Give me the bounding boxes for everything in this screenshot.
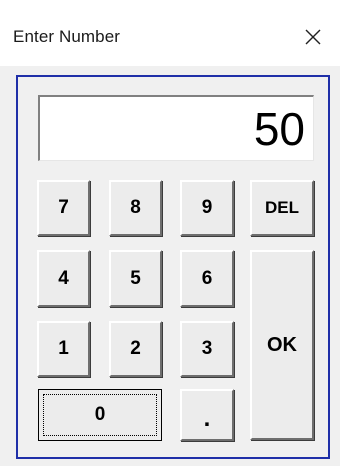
delete-button[interactable]: DEL [250,180,314,236]
enter-number-dialog: Enter Number 50 7 8 9 DEL 4 5 6 OK 1 2 3… [0,0,340,466]
decimal-point-button[interactable]: . [180,389,234,441]
number-display: 50 [38,95,314,161]
key-8-label: 8 [130,197,141,218]
key-7-button[interactable]: 7 [37,180,90,236]
ok-button[interactable]: OK [250,250,314,440]
key-9-label: 9 [201,197,213,218]
window-title: Enter Number [13,27,121,46]
key-5-button[interactable]: 5 [109,250,162,307]
key-0-label: 0 [94,404,106,425]
close-icon [305,29,321,45]
key-2-button[interactable]: 2 [109,321,162,377]
key-7-label: 7 [58,197,69,218]
display-value: 50 [253,103,305,155]
close-button[interactable] [296,20,330,54]
key-0-button[interactable]: 0 [38,389,162,441]
key-3-label: 3 [201,338,213,359]
key-3-button[interactable]: 3 [180,321,234,377]
key-5-label: 5 [130,267,141,289]
key-1-label: 1 [58,338,69,359]
ok-label: OK [267,333,297,356]
key-2-label: 2 [130,338,141,359]
key-1-button[interactable]: 1 [37,321,90,377]
delete-label: DEL [265,198,299,217]
key-4-label: 4 [58,267,69,289]
key-9-button[interactable]: 9 [180,180,234,236]
key-6-button[interactable]: 6 [180,250,234,307]
key-6-label: 6 [201,267,213,289]
key-4-button[interactable]: 4 [37,250,90,307]
decimal-point-label: . [203,405,211,432]
key-8-button[interactable]: 8 [109,180,162,236]
title-bar: Enter Number [0,0,340,66]
